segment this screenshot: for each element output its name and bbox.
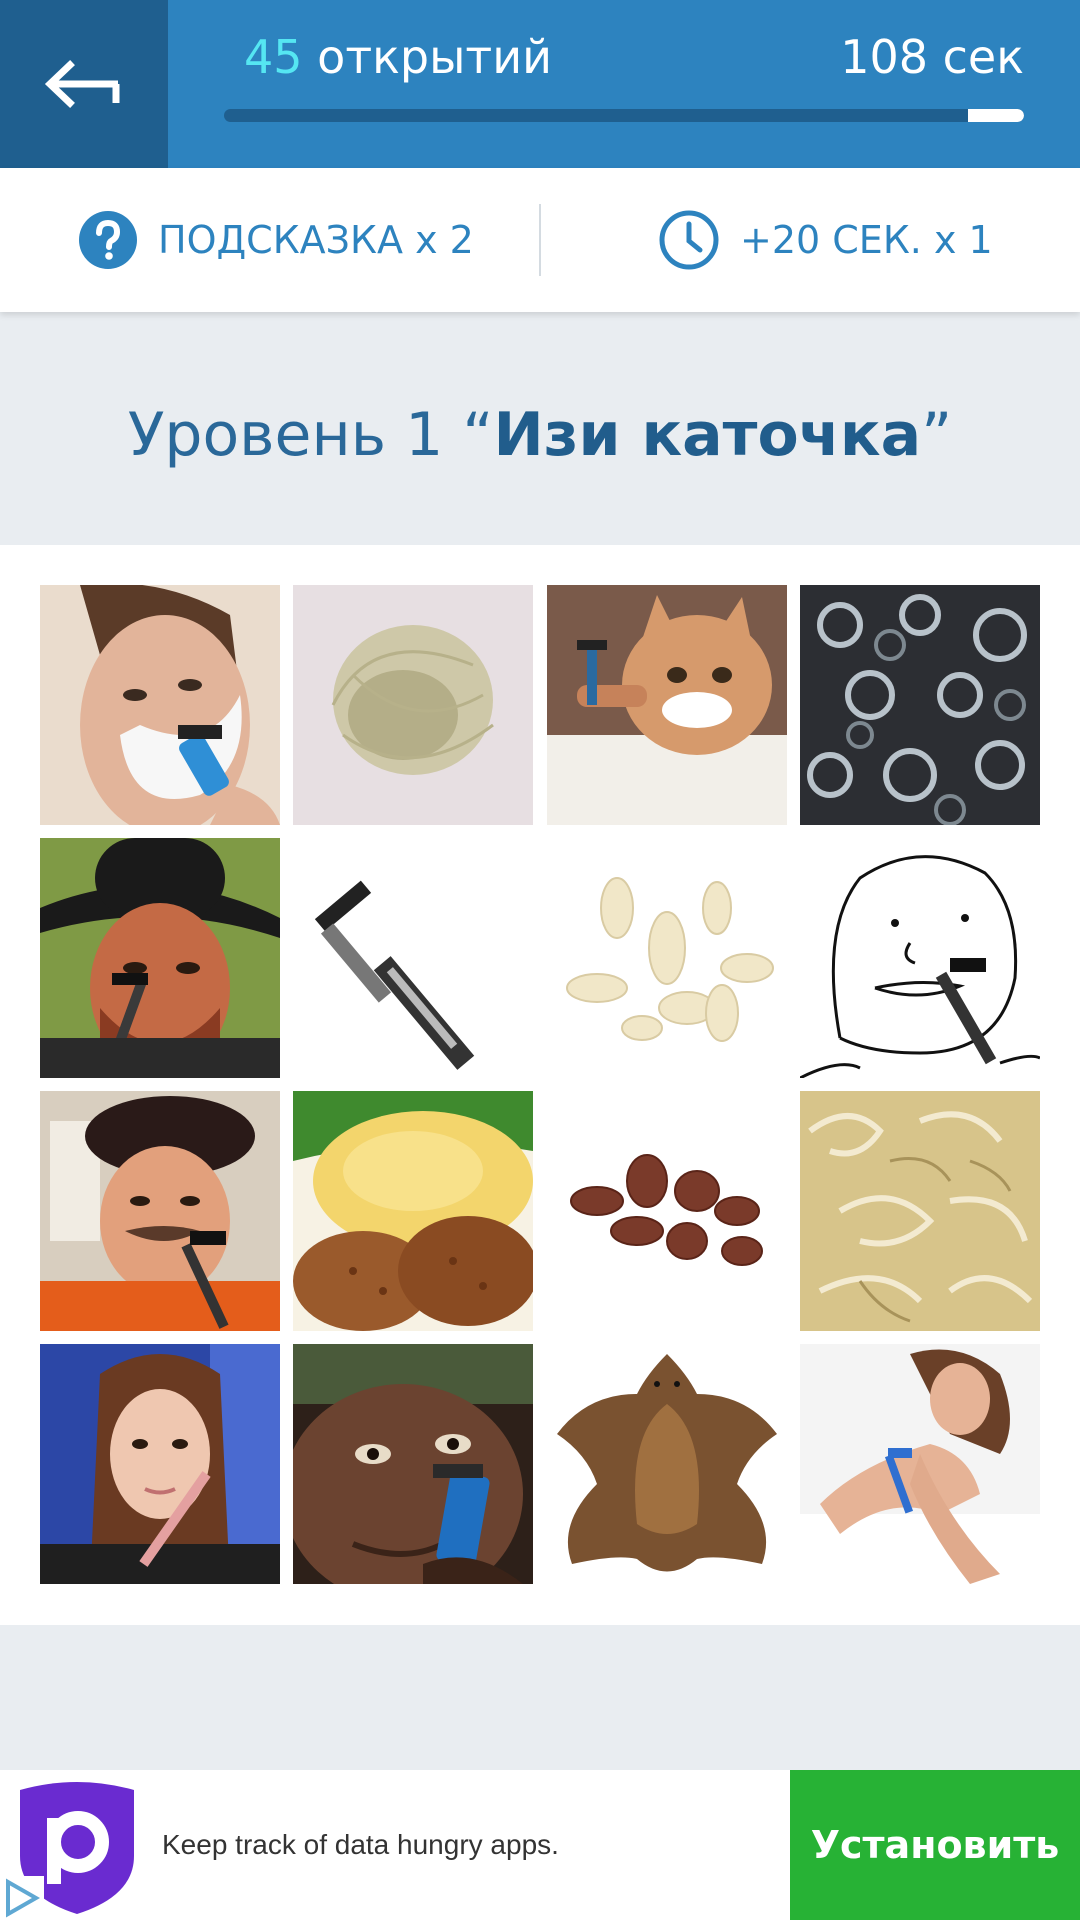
- question-circle-icon: [79, 211, 137, 269]
- openings-counter: 45 открытий: [244, 30, 552, 84]
- time-progress-bar: [224, 109, 1024, 122]
- openings-count: 45: [244, 30, 303, 84]
- adchoices-icon[interactable]: [0, 1876, 44, 1920]
- openings-label: открытий: [317, 30, 553, 84]
- hair-clump-photo: [293, 585, 533, 825]
- image-tile-girl-with-razor-photo[interactable]: [40, 1344, 280, 1584]
- image-tile-hair-clump-photo[interactable]: [293, 585, 533, 825]
- divider: [539, 204, 541, 276]
- metal-shavings-photo: [800, 585, 1040, 825]
- chocolate-curls-photo: [547, 1091, 787, 1331]
- meme-face-shaving-drawing: [800, 838, 1040, 1078]
- girl-with-razor-photo: [40, 1344, 280, 1584]
- image-tile-man-shaving-photo[interactable]: [40, 585, 280, 825]
- broken-razor-photo: [293, 838, 533, 1078]
- man-shaving-closeup-photo: [293, 1344, 533, 1584]
- image-tile-mashed-potato-cutlets-photo[interactable]: [293, 1091, 533, 1331]
- back-button[interactable]: [0, 0, 168, 168]
- white-chocolate-curls-photo: [547, 838, 787, 1078]
- image-tile-man-shaving-closeup-photo[interactable]: [293, 1344, 533, 1584]
- wood-shavings-photo: [800, 1091, 1040, 1331]
- clock-icon: [659, 210, 719, 270]
- man-in-beret-shaving-photo: [40, 1091, 280, 1331]
- add-time-label: +20 СЕК. x 1: [740, 218, 993, 262]
- image-tile-woman-shaving-legs-photo[interactable]: [800, 1344, 1040, 1584]
- image-tile-wood-shavings-photo[interactable]: [800, 1091, 1040, 1331]
- install-button[interactable]: Установить: [790, 1770, 1080, 1920]
- mashed-potato-cutlets-photo: [293, 1091, 533, 1331]
- bear-skin-rug-photo: [547, 1344, 787, 1584]
- man-shaving-photo: [40, 585, 280, 825]
- image-tile-man-in-beret-shaving-photo[interactable]: [40, 1091, 280, 1331]
- level-title: Уровень 1 “Изи каточка”: [0, 400, 1080, 470]
- image-tile-chocolate-curls-photo[interactable]: [547, 1091, 787, 1331]
- image-tile-bear-skin-rug-photo[interactable]: [547, 1344, 787, 1584]
- ad-text: Keep track of data hungry apps.: [162, 1829, 559, 1860]
- image-tile-meme-face-shaving-drawing[interactable]: [800, 838, 1040, 1078]
- top-bar: 45 открытий 108 сек: [0, 0, 1080, 168]
- hint-button[interactable]: ПОДСКАЗКА x 2: [78, 168, 474, 312]
- level-name: Изи каточка: [493, 400, 922, 470]
- image-tile-metal-shavings-photo[interactable]: [800, 585, 1040, 825]
- ad-banner[interactable]: Keep track of data hungry apps. Установи…: [0, 1770, 1080, 1920]
- arrow-left-icon: [44, 60, 120, 108]
- image-tile-broken-razor-photo[interactable]: [293, 838, 533, 1078]
- level-prefix: Уровень 1 “: [127, 400, 494, 470]
- level-suffix: ”: [921, 400, 953, 470]
- cat-shaving-photo: [547, 585, 787, 825]
- image-grid: [0, 545, 1080, 1625]
- cowboy-shaving-photo: [40, 838, 280, 1078]
- image-tile-cowboy-shaving-photo[interactable]: [40, 838, 280, 1078]
- image-tile-white-chocolate-curls-photo[interactable]: [547, 838, 787, 1078]
- hints-bar: ПОДСКАЗКА x 2 +20 СЕК. x 1: [0, 168, 1080, 312]
- image-tile-cat-shaving-photo[interactable]: [547, 585, 787, 825]
- woman-shaving-legs-photo: [800, 1344, 1040, 1584]
- time-progress-fill: [968, 109, 1024, 122]
- time-remaining: 108 сек: [840, 30, 1024, 84]
- hint-label: ПОДСКАЗКА x 2: [158, 218, 474, 262]
- add-time-button[interactable]: +20 СЕК. x 1: [658, 168, 993, 312]
